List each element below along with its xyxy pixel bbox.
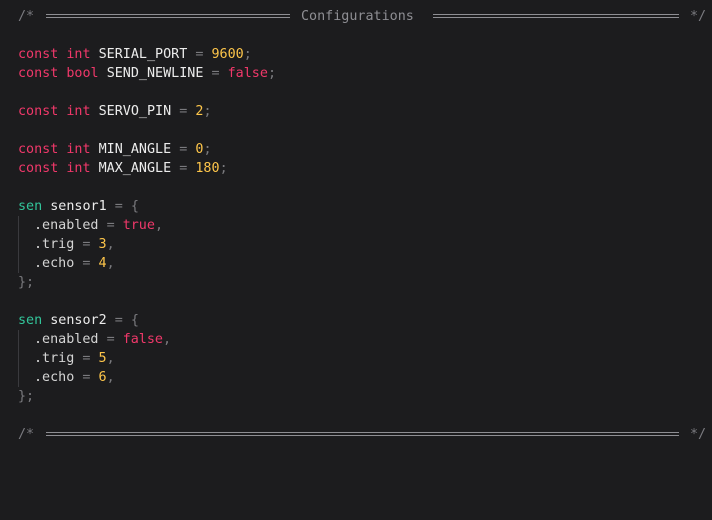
code-line-sensor2-trig: .trig = 5, [0, 349, 712, 368]
keyword: const [18, 66, 59, 81]
field-name: .enabled [34, 218, 99, 233]
comment-close: */ [690, 9, 707, 24]
identifier: MIN_ANGLE [98, 142, 172, 157]
code-line-sensor1-close: }; [0, 273, 712, 292]
semicolon: ; [243, 47, 252, 62]
comma: , [106, 256, 115, 271]
code-line-serial-port: const int SERIAL_PORT = 9600; [0, 45, 712, 64]
keyword: const [18, 161, 59, 176]
banner-rule-right [433, 14, 679, 18]
number-literal: 5 [98, 351, 107, 366]
footer-banner-comment: /* */ [0, 425, 712, 444]
identifier: sensor2 [50, 313, 107, 328]
operator: = [179, 161, 188, 176]
boolean-literal: false [227, 66, 268, 81]
identifier: MAX_ANGLE [98, 161, 172, 176]
operator: = [179, 104, 188, 119]
comment-open: /* [18, 427, 35, 442]
code-line-min-angle: const int MIN_ANGLE = 0; [0, 140, 712, 159]
keyword: const [18, 47, 59, 62]
semicolon: ; [267, 66, 276, 81]
semicolon: ; [219, 161, 228, 176]
operator: = [114, 313, 123, 328]
comma: , [154, 218, 163, 233]
comma: , [106, 370, 115, 385]
open-brace: { [130, 199, 139, 214]
comment-close: */ [690, 427, 707, 442]
identifier: SEND_NEWLINE [106, 66, 204, 81]
type: bool [66, 66, 99, 81]
type: int [66, 104, 91, 119]
operator: = [106, 332, 115, 347]
code-editor[interactable]: /* Configurations */ const int SERIAL_PO… [0, 0, 712, 455]
field-name: .enabled [34, 332, 99, 347]
comma: , [106, 351, 115, 366]
code-line-sensor1-enabled: .enabled = true, [0, 216, 712, 235]
operator: = [211, 66, 220, 81]
banner-title: Configurations [301, 9, 414, 24]
number-literal: 180 [195, 161, 220, 176]
identifier: sensor1 [50, 199, 107, 214]
operator: = [106, 218, 115, 233]
field-name: .echo [34, 256, 75, 271]
operator: = [114, 199, 123, 214]
code-line-send-newline: const bool SEND_NEWLINE = false; [0, 64, 712, 83]
code-line-sensor2-decl: sen sensor2 = { [0, 311, 712, 330]
code-line-sensor2-close: }; [0, 387, 712, 406]
field-name: .trig [34, 351, 75, 366]
banner-rule-left [46, 14, 290, 18]
banner-rule [46, 432, 679, 436]
comment-open: /* [18, 9, 35, 24]
boolean-literal: true [122, 218, 155, 233]
type: sen [18, 313, 43, 328]
field-name: .trig [34, 237, 75, 252]
operator: = [195, 47, 204, 62]
semicolon: ; [203, 142, 212, 157]
field-name: .echo [34, 370, 75, 385]
type: sen [18, 199, 43, 214]
code-line-sensor1-decl: sen sensor1 = { [0, 197, 712, 216]
number-literal: 3 [98, 237, 107, 252]
code-line-sensor1-trig: .trig = 3, [0, 235, 712, 254]
keyword: const [18, 104, 59, 119]
comma: , [106, 237, 115, 252]
identifier: SERVO_PIN [98, 104, 172, 119]
code-line-servo-pin: const int SERVO_PIN = 2; [0, 102, 712, 121]
identifier: SERIAL_PORT [98, 47, 188, 62]
type: int [66, 47, 91, 62]
number-literal: 4 [98, 256, 107, 271]
operator: = [82, 351, 91, 366]
code-line-sensor2-echo: .echo = 6, [0, 368, 712, 387]
operator: = [82, 237, 91, 252]
boolean-literal: false [122, 332, 163, 347]
operator: = [82, 256, 91, 271]
open-brace: { [130, 313, 139, 328]
comma: , [163, 332, 172, 347]
semicolon: ; [203, 104, 212, 119]
number-literal: 9600 [211, 47, 244, 62]
code-line-sensor1-echo: .echo = 4, [0, 254, 712, 273]
code-line-max-angle: const int MAX_ANGLE = 180; [0, 159, 712, 178]
header-banner-comment: /* Configurations */ [0, 7, 712, 26]
number-literal: 6 [98, 370, 107, 385]
operator: = [179, 142, 188, 157]
close-brace: }; [18, 389, 35, 404]
operator: = [82, 370, 91, 385]
type: int [66, 142, 91, 157]
keyword: const [18, 142, 59, 157]
code-line-sensor2-enabled: .enabled = false, [0, 330, 712, 349]
type: int [66, 161, 91, 176]
close-brace: }; [18, 275, 35, 290]
